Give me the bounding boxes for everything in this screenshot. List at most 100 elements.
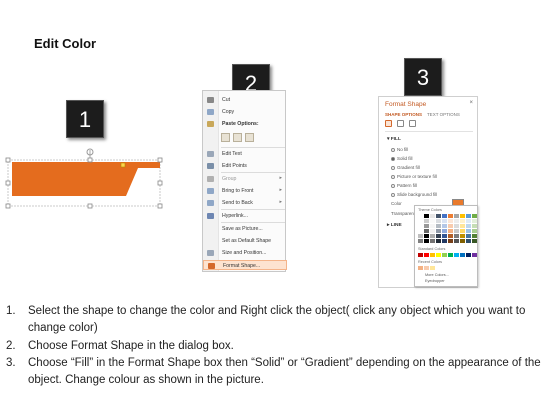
theme-color-swatch[interactable] xyxy=(436,214,441,218)
theme-color-swatch[interactable] xyxy=(436,224,441,228)
theme-color-swatch[interactable] xyxy=(424,229,429,233)
theme-color-swatch[interactable] xyxy=(460,214,465,218)
menu-item-format-shape[interactable]: Format Shape... xyxy=(203,260,287,270)
menu-item-bring-to-front[interactable]: Bring to Front ▸ xyxy=(203,186,287,196)
theme-color-swatch[interactable] xyxy=(472,214,477,218)
fill-option-no-fill[interactable]: No fill xyxy=(391,147,408,152)
theme-color-swatch[interactable] xyxy=(436,219,441,223)
theme-color-swatch[interactable] xyxy=(454,229,459,233)
recent-color-swatch[interactable] xyxy=(418,266,423,270)
theme-color-swatch[interactable] xyxy=(472,229,477,233)
standard-color-swatch[interactable] xyxy=(430,253,435,257)
theme-color-swatch[interactable] xyxy=(436,239,441,243)
effects-icon[interactable] xyxy=(397,120,404,127)
theme-color-swatch[interactable] xyxy=(430,214,435,218)
standard-color-swatch[interactable] xyxy=(436,253,441,257)
theme-color-swatch[interactable] xyxy=(472,234,477,238)
theme-color-swatch[interactable] xyxy=(460,229,465,233)
theme-color-swatch[interactable] xyxy=(460,219,465,223)
theme-color-swatch[interactable] xyxy=(466,234,471,238)
theme-color-swatch[interactable] xyxy=(448,214,453,218)
fill-option-gradient[interactable]: Gradient fill xyxy=(391,165,420,170)
theme-color-swatch[interactable] xyxy=(442,229,447,233)
theme-color-swatch[interactable] xyxy=(442,214,447,218)
theme-color-swatch[interactable] xyxy=(454,224,459,228)
theme-color-swatch[interactable] xyxy=(424,219,429,223)
menu-item-copy[interactable]: Copy xyxy=(203,107,287,117)
theme-color-swatch[interactable] xyxy=(418,234,423,238)
theme-color-swatch[interactable] xyxy=(436,229,441,233)
standard-color-swatch[interactable] xyxy=(460,253,465,257)
recent-color-swatch[interactable] xyxy=(430,266,435,270)
selected-shape[interactable] xyxy=(4,148,174,210)
fill-option-pattern[interactable]: Pattern fill xyxy=(391,183,417,188)
theme-color-swatch[interactable] xyxy=(466,239,471,243)
theme-color-swatch[interactable] xyxy=(466,214,471,218)
theme-color-swatch[interactable] xyxy=(436,234,441,238)
fill-option-picture[interactable]: Picture or texture fill xyxy=(391,174,437,179)
theme-color-swatch[interactable] xyxy=(418,214,423,218)
more-colors-link[interactable]: More Colors... xyxy=(425,273,449,277)
recent-color-swatch[interactable] xyxy=(424,266,429,270)
eyedropper-link[interactable]: Eyedropper xyxy=(425,279,445,283)
theme-color-swatch[interactable] xyxy=(448,229,453,233)
standard-color-swatch[interactable] xyxy=(466,253,471,257)
theme-color-swatch[interactable] xyxy=(430,239,435,243)
theme-color-swatch[interactable] xyxy=(454,239,459,243)
standard-color-swatch[interactable] xyxy=(418,253,423,257)
theme-color-swatch[interactable] xyxy=(442,234,447,238)
theme-color-swatch[interactable] xyxy=(472,224,477,228)
theme-color-swatch[interactable] xyxy=(430,224,435,228)
theme-color-swatch[interactable] xyxy=(472,219,477,223)
menu-item-cut[interactable]: Cut xyxy=(203,95,287,105)
theme-color-swatch[interactable] xyxy=(466,219,471,223)
theme-color-swatch[interactable] xyxy=(448,239,453,243)
tab-shape-options[interactable]: SHAPE OPTIONS xyxy=(385,112,422,117)
theme-color-swatch[interactable] xyxy=(442,219,447,223)
menu-item-send-to-back[interactable]: Send to Back ▸ xyxy=(203,198,287,208)
menu-item-size-position[interactable]: Size and Position... xyxy=(203,248,287,258)
theme-color-swatch[interactable] xyxy=(448,234,453,238)
theme-color-swatch[interactable] xyxy=(424,239,429,243)
theme-color-swatch[interactable] xyxy=(466,229,471,233)
theme-color-swatch[interactable] xyxy=(418,224,423,228)
standard-color-swatch[interactable] xyxy=(442,253,447,257)
fill-line-icon[interactable] xyxy=(385,120,392,127)
standard-color-swatch[interactable] xyxy=(472,253,477,257)
menu-item-edit-text[interactable]: Edit Text xyxy=(203,149,287,159)
paste-keep-format-icon[interactable] xyxy=(221,133,230,142)
theme-color-swatch[interactable] xyxy=(460,234,465,238)
theme-color-swatch[interactable] xyxy=(430,234,435,238)
theme-color-swatch[interactable] xyxy=(418,229,423,233)
menu-item-hyperlink[interactable]: Hyperlink... xyxy=(203,211,287,221)
theme-color-swatch[interactable] xyxy=(454,234,459,238)
paste-picture-icon[interactable] xyxy=(233,133,242,142)
menu-item-edit-points[interactable]: Edit Points xyxy=(203,161,287,171)
line-section-header[interactable]: ▸ LINE xyxy=(387,223,402,228)
theme-color-swatch[interactable] xyxy=(424,224,429,228)
paste-text-only-icon[interactable] xyxy=(245,133,254,142)
theme-color-swatch[interactable] xyxy=(448,224,453,228)
standard-color-swatch[interactable] xyxy=(424,253,429,257)
tab-text-options[interactable]: TEXT OPTIONS xyxy=(427,112,460,117)
close-icon[interactable]: × xyxy=(469,100,473,106)
menu-item-set-default-shape[interactable]: Set as Default Shape xyxy=(203,236,287,246)
menu-item-save-as-picture[interactable]: Save as Picture... xyxy=(203,224,287,234)
theme-color-swatch[interactable] xyxy=(424,234,429,238)
theme-color-swatch[interactable] xyxy=(472,239,477,243)
theme-color-swatch[interactable] xyxy=(430,219,435,223)
standard-color-swatch[interactable] xyxy=(454,253,459,257)
menu-item-group[interactable]: Group ▸ xyxy=(203,174,287,184)
theme-color-swatch[interactable] xyxy=(442,224,447,228)
theme-color-swatch[interactable] xyxy=(442,239,447,243)
theme-color-swatch[interactable] xyxy=(460,224,465,228)
theme-color-swatch[interactable] xyxy=(454,219,459,223)
theme-color-swatch[interactable] xyxy=(418,219,423,223)
fill-option-slide-bg[interactable]: Slide background fill xyxy=(391,192,437,197)
standard-color-swatch[interactable] xyxy=(448,253,453,257)
theme-color-swatch[interactable] xyxy=(430,229,435,233)
theme-color-swatch[interactable] xyxy=(460,239,465,243)
fill-section-header[interactable]: ▾ FILL xyxy=(387,137,401,142)
size-properties-icon[interactable] xyxy=(409,120,416,127)
theme-color-swatch[interactable] xyxy=(424,214,429,218)
